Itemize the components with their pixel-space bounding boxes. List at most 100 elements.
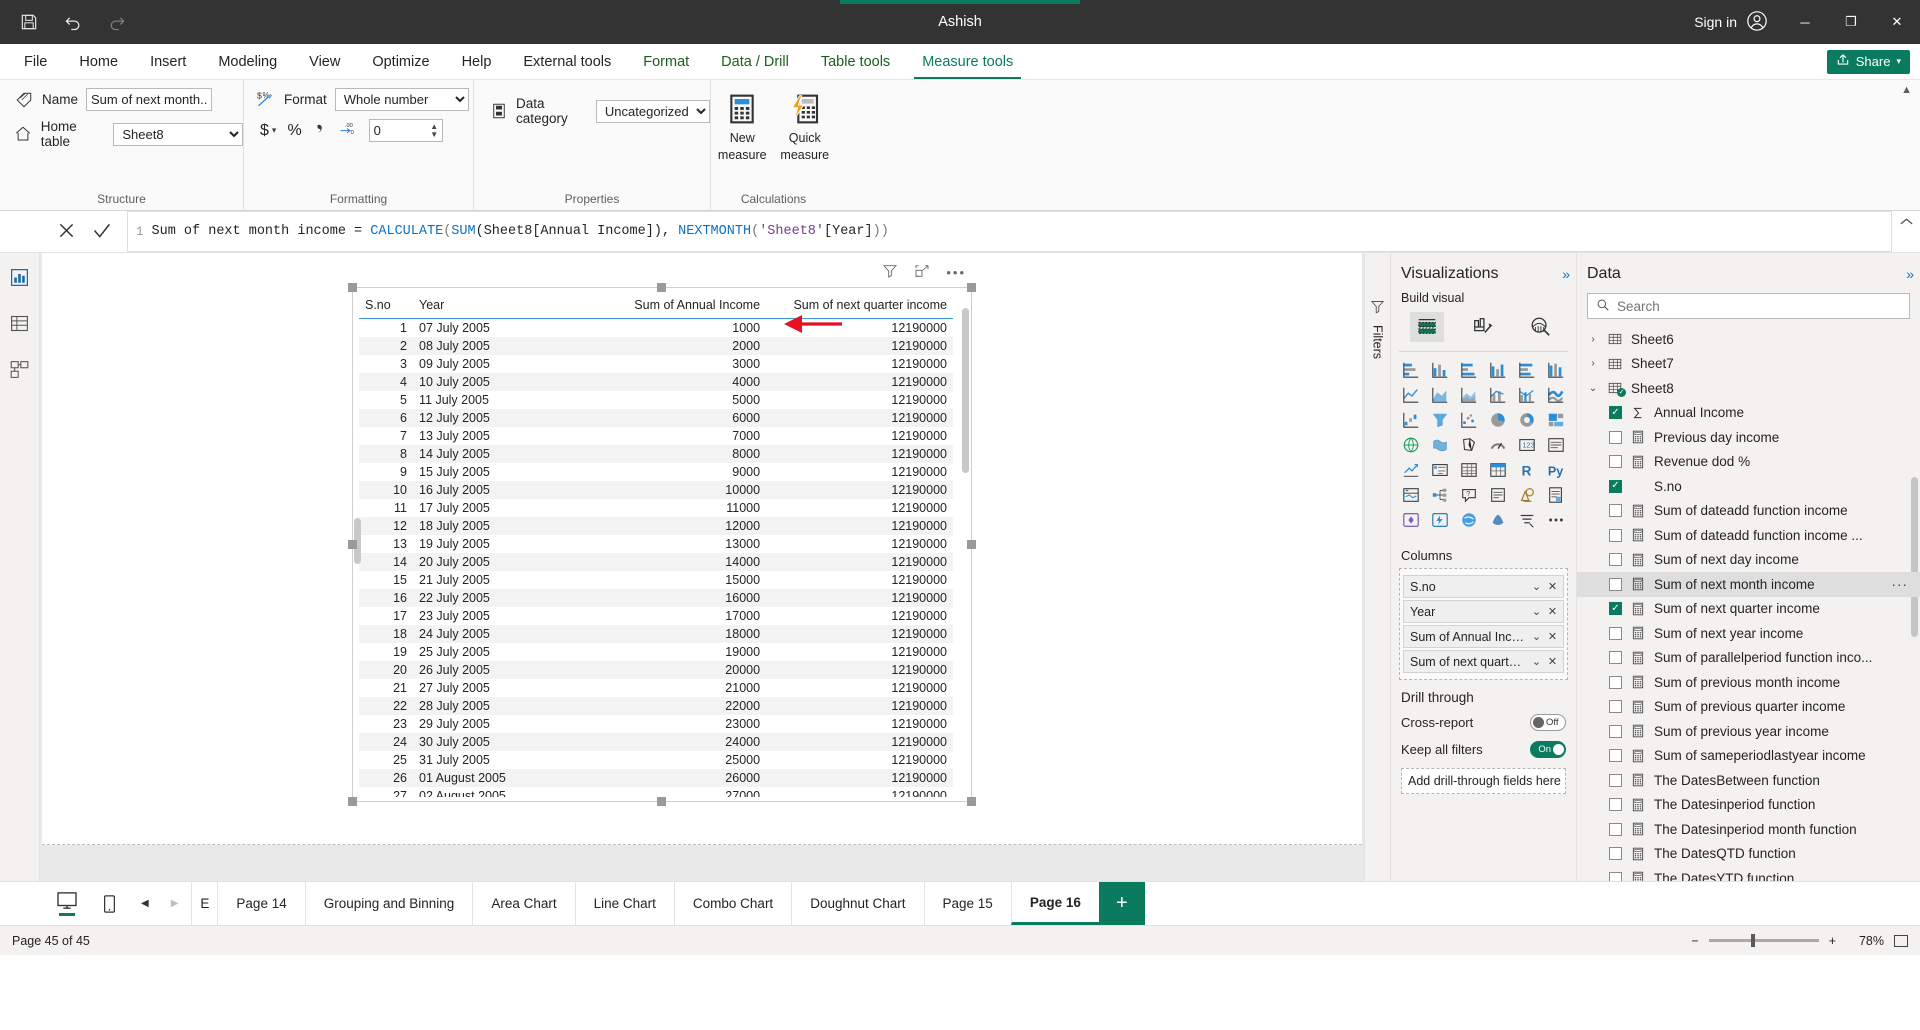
table-row[interactable]: 2702 August 20052700012190000 — [359, 787, 953, 797]
field-checkbox[interactable] — [1609, 847, 1622, 860]
remove-field-icon[interactable]: ✕ — [1546, 605, 1559, 618]
treemap-chart[interactable] — [1541, 409, 1570, 431]
page-tab-combo-chart[interactable]: Combo Chart — [674, 882, 791, 925]
shape-map-chart[interactable] — [1455, 434, 1484, 456]
zoom-slider[interactable] — [1709, 939, 1819, 942]
ribbon-tab-insert[interactable]: Insert — [134, 44, 202, 79]
text-filter[interactable] — [1512, 509, 1541, 531]
field-checkbox[interactable] — [1609, 749, 1622, 762]
pie-chart[interactable] — [1484, 409, 1513, 431]
metrics-visual[interactable] — [1512, 484, 1541, 506]
fit-to-page-icon[interactable] — [1894, 935, 1908, 947]
close-button[interactable]: ✕ — [1874, 0, 1920, 44]
table-row[interactable]: 2430 July 20052400012190000 — [359, 733, 953, 751]
expand-chevron-icon[interactable]: ⌄ — [1587, 383, 1599, 394]
remove-field-icon[interactable]: ✕ — [1546, 580, 1559, 593]
chevron-double-right-icon[interactable]: » — [1906, 266, 1912, 282]
undo-icon[interactable] — [62, 11, 84, 33]
page-tab-line-chart[interactable]: Line Chart — [575, 882, 674, 925]
keep-all-filters-toggle[interactable]: On — [1530, 741, 1566, 758]
ribbon-tab-data-drill[interactable]: Data / Drill — [705, 44, 805, 79]
save-icon[interactable] — [18, 11, 40, 33]
formula-bar-collapse-button[interactable] — [1892, 211, 1920, 252]
prev-page-arrow[interactable]: ◀ — [138, 898, 152, 909]
percent-format-button[interactable]: % — [287, 122, 301, 140]
share-chevron-down-icon[interactable]: ▾ — [1896, 56, 1901, 67]
data-field-row[interactable]: Sum of next quarter income — [1577, 597, 1920, 622]
decimal-places-button[interactable]: .000 — [339, 120, 358, 142]
expand-chevron-icon[interactable]: › — [1587, 334, 1599, 345]
data-field-row[interactable]: ›Sheet6 — [1577, 327, 1920, 352]
gauge-chart[interactable] — [1484, 434, 1513, 456]
data-field-row[interactable]: Sum of dateadd function income — [1577, 499, 1920, 524]
zoom-out-button[interactable]: − — [1691, 934, 1698, 948]
data-field-row[interactable]: Sum of previous month income — [1577, 670, 1920, 695]
table-row[interactable]: 2026 July 20052000012190000 — [359, 661, 953, 679]
ribbon-tab-home[interactable]: Home — [63, 44, 134, 79]
chevron-down-icon[interactable]: ⌄ — [1530, 655, 1543, 668]
ribbon-tab-table-tools[interactable]: Table tools — [805, 44, 906, 79]
field-checkbox[interactable] — [1609, 529, 1622, 542]
format-paintbrush-icon[interactable] — [1466, 312, 1500, 342]
col-header-sno[interactable]: S.no — [359, 294, 413, 319]
commit-check-icon[interactable] — [91, 220, 112, 244]
table-row[interactable]: 713 July 2005700012190000 — [359, 427, 953, 445]
data-field-row[interactable]: ⌄✓Sheet8 — [1577, 376, 1920, 401]
scatter-chart[interactable] — [1455, 409, 1484, 431]
field-checkbox[interactable] — [1609, 774, 1622, 787]
data-field-row[interactable]: The Datesinperiod month function — [1577, 817, 1920, 842]
decimal-places-stepper[interactable]: ▲▼ — [427, 119, 443, 142]
doughnut-chart[interactable] — [1512, 409, 1541, 431]
stacked-bar-chart[interactable] — [1397, 359, 1426, 381]
quick-measure-button[interactable]: Quick measure — [774, 90, 837, 163]
filters-pane-collapsed[interactable]: Filters — [1364, 253, 1390, 881]
dax-formula-input[interactable]: 1 Sum of next month income = CALCULATE(S… — [128, 211, 1892, 252]
cross-report-toggle[interactable]: Off — [1530, 714, 1566, 731]
ribbon-tab-file[interactable]: File — [8, 44, 63, 79]
field-checkbox[interactable] — [1609, 700, 1622, 713]
next-page-arrow[interactable]: ▶ — [168, 898, 182, 909]
stacked-area-chart[interactable] — [1455, 384, 1484, 406]
currency-chevron-down-icon[interactable]: ▾ — [272, 125, 277, 136]
line-stacked-column-chart[interactable] — [1484, 384, 1513, 406]
filter-icon[interactable] — [882, 263, 898, 282]
analytics-magnifier-icon[interactable] — [1523, 312, 1557, 342]
measure-name-input[interactable] — [86, 88, 212, 111]
clustered-bar-chart[interactable] — [1455, 359, 1484, 381]
field-checkbox[interactable] — [1609, 504, 1622, 517]
table-row[interactable]: 1218 July 20051200012190000 — [359, 517, 953, 535]
field-more-options-icon[interactable]: ··· — [1892, 577, 1920, 592]
remove-field-icon[interactable]: ✕ — [1546, 630, 1559, 643]
decimal-places-input[interactable] — [369, 119, 427, 142]
data-field-row[interactable]: Sum of previous quarter income — [1577, 695, 1920, 720]
field-checkbox[interactable] — [1609, 725, 1622, 738]
data-field-list[interactable]: ›Sheet6›Sheet7⌄✓Sheet8Annual IncomePrevi… — [1577, 327, 1920, 881]
resize-handle-bottom-left[interactable] — [348, 797, 357, 806]
table-row[interactable]: 2329 July 20052300012190000 — [359, 715, 953, 733]
data-field-row[interactable]: Sum of sameperiodlastyear income — [1577, 744, 1920, 769]
area-chart[interactable] — [1426, 384, 1455, 406]
table-row[interactable]: 1016 July 20051000012190000 — [359, 481, 953, 499]
field-checkbox[interactable] — [1609, 823, 1622, 836]
page-tab-grouping-and-binning[interactable]: Grouping and Binning — [305, 882, 473, 925]
more-options-icon[interactable]: ••• — [946, 265, 966, 280]
collapse-ribbon-button[interactable]: ▲ — [1901, 84, 1912, 96]
kpi-chart[interactable] — [1397, 459, 1426, 481]
table-chart[interactable] — [1455, 459, 1484, 481]
data-field-row[interactable]: Sum of next day income — [1577, 548, 1920, 573]
field-checkbox[interactable] — [1609, 872, 1622, 881]
field-checkbox[interactable] — [1609, 578, 1622, 591]
table-row[interactable]: 1723 July 20051700012190000 — [359, 607, 953, 625]
data-field-row[interactable]: Sum of next month income··· — [1577, 572, 1920, 597]
azure-map[interactable] — [1484, 509, 1513, 531]
field-checkbox[interactable] — [1609, 627, 1622, 640]
chevron-down-icon[interactable]: ⌄ — [1530, 630, 1543, 643]
decomposition-tree[interactable] — [1426, 484, 1455, 506]
table-row[interactable]: 814 July 2005800012190000 — [359, 445, 953, 463]
data-field-row[interactable]: ›Sheet7 — [1577, 352, 1920, 377]
minimize-button[interactable]: ─ — [1782, 0, 1828, 44]
data-field-row[interactable]: Previous day income — [1577, 425, 1920, 450]
multi-row-card[interactable] — [1541, 434, 1570, 456]
redo-icon[interactable] — [106, 11, 128, 33]
data-field-row[interactable]: S.no — [1577, 474, 1920, 499]
